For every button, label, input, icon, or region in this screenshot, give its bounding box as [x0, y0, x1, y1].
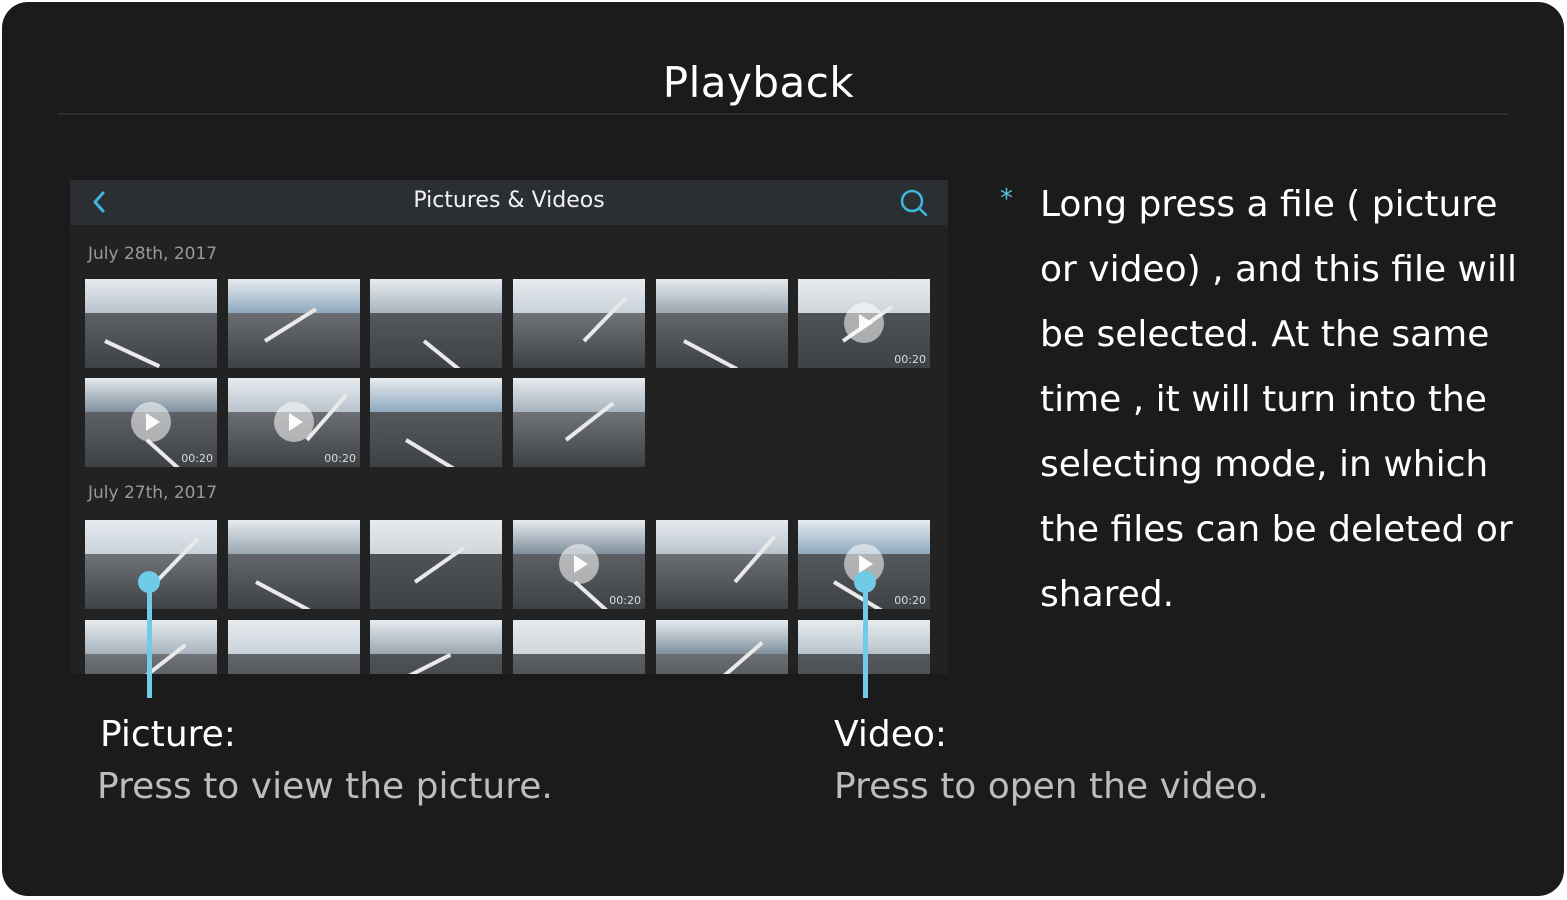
video-thumbnail[interactable]: 00:20 — [513, 520, 645, 609]
thumbnail-road — [513, 411, 645, 467]
picture-thumbnail[interactable] — [656, 520, 788, 609]
instruction-bullet: * — [1000, 184, 1013, 214]
picture-callout-heading: Picture: — [100, 714, 236, 755]
thumbnail-sky — [513, 378, 645, 412]
instruction-line: time , it will turn into the — [1040, 379, 1487, 420]
video-callout-description: Press to open the video. — [834, 766, 1269, 807]
thumbnail-road — [656, 653, 788, 674]
thumbnail-sky — [228, 279, 360, 313]
video-thumbnail[interactable]: 00:20 — [85, 378, 217, 467]
title-divider — [58, 113, 1508, 115]
thumbnail-sky — [85, 279, 217, 313]
page-title: Playback — [662, 58, 855, 107]
picture-thumbnail[interactable] — [228, 520, 360, 609]
video-duration: 00:20 — [181, 452, 213, 465]
thumbnail-sky — [370, 279, 502, 313]
thumbnail-sky — [513, 620, 645, 654]
thumbnail-sky — [85, 520, 217, 554]
instruction-line: or video) , and this file will — [1040, 249, 1517, 290]
thumbnail-sky — [370, 378, 502, 412]
thumbnail-sky — [370, 620, 502, 654]
picture-thumbnail[interactable] — [370, 378, 502, 467]
app-topbar: Pictures & Videos — [70, 180, 948, 225]
instruction-text: Long press a file ( picture or video) , … — [1040, 172, 1520, 627]
play-icon — [274, 402, 314, 442]
play-icon — [844, 303, 884, 343]
picture-pointer-line — [147, 582, 152, 698]
video-thumbnail[interactable]: 00:20 — [798, 279, 930, 368]
instruction-line: be selected. At the same — [1040, 314, 1490, 355]
play-icon — [559, 544, 599, 584]
tutorial-card: Playback Pictures & Videos July 28th, 20… — [2, 2, 1564, 896]
search-icon[interactable] — [898, 187, 930, 219]
thumbnail-sky — [656, 279, 788, 313]
instruction-line: selecting mode, in which — [1040, 444, 1489, 485]
video-pointer-line — [863, 582, 868, 698]
thumbnail-sky — [370, 520, 502, 554]
video-duration: 00:20 — [609, 594, 641, 607]
picture-thumbnail[interactable] — [370, 620, 502, 674]
date-header-2: July 27th, 2017 — [88, 483, 218, 503]
picture-thumbnail[interactable] — [228, 279, 360, 368]
picture-thumbnail[interactable] — [513, 378, 645, 467]
picture-callout-description: Press to view the picture. — [97, 766, 553, 807]
thumbnail-sky — [228, 620, 360, 654]
thumbnail-road — [370, 553, 502, 609]
thumbnail-sky — [656, 620, 788, 654]
video-pointer-dot — [854, 571, 876, 593]
picture-thumbnail[interactable] — [513, 279, 645, 368]
thumbnail-road — [513, 312, 645, 368]
video-thumbnail[interactable]: 00:20 — [228, 378, 360, 467]
picture-thumbnail[interactable] — [85, 279, 217, 368]
picture-thumbnail[interactable] — [656, 620, 788, 674]
thumbnail-road — [656, 553, 788, 609]
instruction-line: Long press a file ( picture — [1040, 184, 1498, 225]
video-duration: 00:20 — [894, 353, 926, 366]
picture-thumbnail[interactable] — [370, 279, 502, 368]
app-topbar-title: Pictures & Videos — [413, 188, 605, 213]
picture-thumbnail[interactable] — [228, 620, 360, 674]
play-icon — [131, 402, 171, 442]
instruction-line: the files can be deleted or — [1040, 509, 1513, 550]
phone-screenshot: Pictures & Videos July 28th, 2017 00:20 0… — [70, 180, 948, 674]
video-duration: 00:20 — [894, 594, 926, 607]
thumbnail-sky — [513, 279, 645, 313]
picture-thumbnail[interactable] — [513, 620, 645, 674]
thumbnail-road — [370, 312, 502, 368]
picture-thumbnail[interactable] — [370, 520, 502, 609]
thumbnail-road — [228, 653, 360, 674]
video-callout-heading: Video: — [834, 714, 947, 755]
picture-thumbnail[interactable] — [656, 279, 788, 368]
picture-pointer-dot — [138, 571, 160, 593]
date-header-1: July 28th, 2017 — [88, 244, 218, 264]
instruction-line: shared. — [1040, 574, 1175, 615]
thumbnail-sky — [656, 520, 788, 554]
thumbnail-sky — [228, 520, 360, 554]
video-duration: 00:20 — [324, 452, 356, 465]
thumbnail-road — [513, 653, 645, 674]
